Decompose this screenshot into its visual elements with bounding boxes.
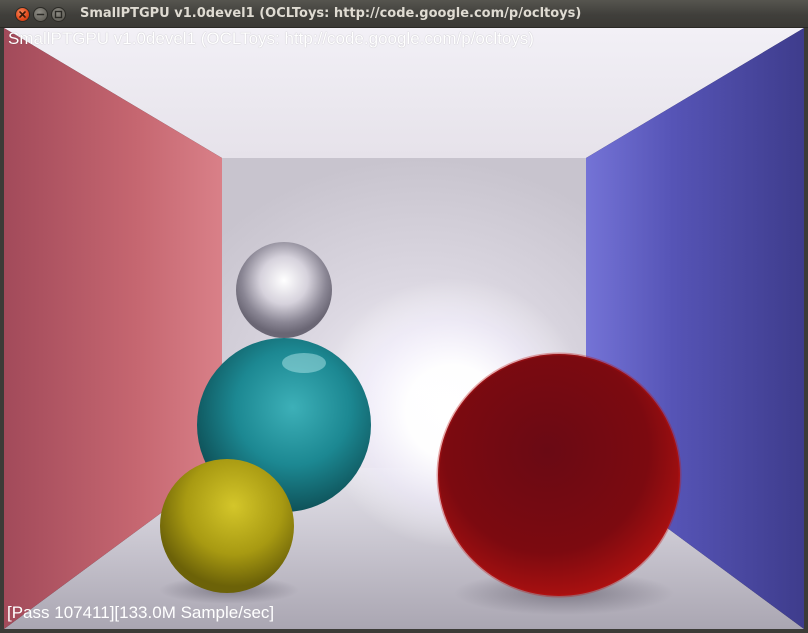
render-status: [Pass 107411][133.0M Sample/sec] [7,603,275,622]
mirror-sphere [236,242,332,338]
close-button[interactable] [15,7,30,22]
window-frame-bottom [0,629,808,633]
maximize-icon [54,10,63,19]
maximize-button[interactable] [51,7,66,22]
overlay-title: SmallPTGPU v1.0devel1 (OCLToys: http://c… [8,29,534,48]
window-title: SmallPTGPU v1.0devel1 (OCLToys: http://c… [80,6,582,21]
render-viewport[interactable]: SmallPTGPU v1.0devel1 (OCLToys: http://c… [4,28,804,629]
minimize-icon [36,13,45,16]
yellow-sphere [160,459,294,593]
window-frame-right [804,28,808,633]
close-icon [19,11,26,18]
minimize-button[interactable] [33,7,48,22]
application-window: SmallPTGPU v1.0devel1 (OCLToys: http://c… [0,0,808,633]
cyan-sphere-highlight [282,353,326,373]
title-bar[interactable]: SmallPTGPU v1.0devel1 (OCLToys: http://c… [0,0,808,28]
cornell-box-render [4,28,804,629]
